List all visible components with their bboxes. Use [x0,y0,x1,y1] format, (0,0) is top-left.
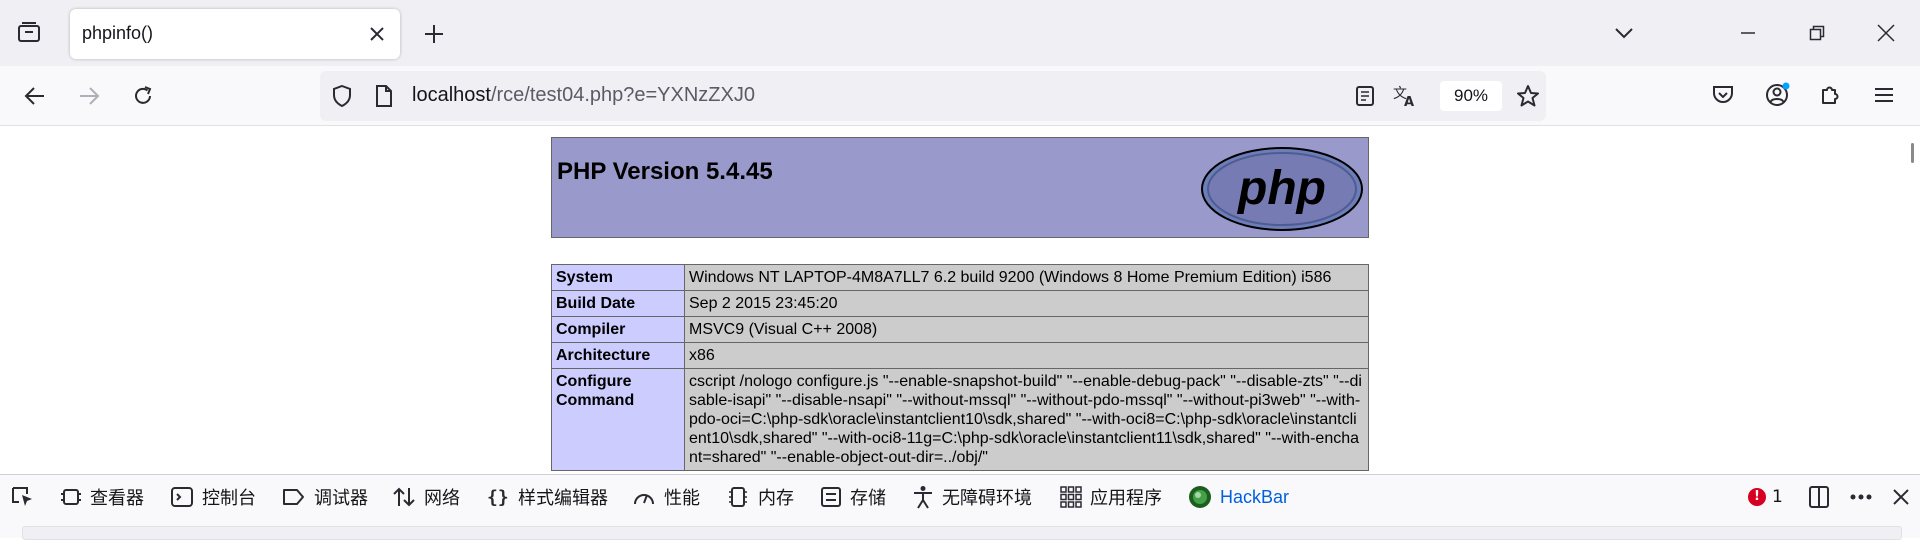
zoom-level-badge[interactable]: 90% [1440,81,1502,111]
close-devtools-icon[interactable] [1888,485,1914,509]
pocket-icon[interactable] [1709,81,1737,109]
reader-view-icon[interactable] [1353,84,1377,108]
close-tab-icon[interactable] [364,21,390,47]
list-tabs-icon[interactable] [1610,20,1638,46]
devtools-tab-label: 调试器 [314,488,368,509]
page-icon[interactable] [372,84,396,108]
info-table-body: System Windows NT LAPTOP-4M8A7LL7 6.2 bui… [551,264,1369,471]
console-icon [171,487,193,507]
close-window-icon[interactable] [1872,20,1900,46]
info-row: System Windows NT LAPTOP-4M8A7LL7 6.2 bui… [551,264,1369,291]
devtools-tab-label: 查看器 [90,488,144,509]
devtools-tab-label: 无障碍环境 [942,488,1032,509]
forward-icon [74,81,104,111]
page-scrollbar[interactable] [1906,127,1920,474]
info-row-value: Sep 2 2015 23:45:20 [684,290,1369,317]
tab-strip: phpinfo() [0,0,1920,66]
info-row-value: cscript /nologo configure.js "--enable-s… [684,368,1369,471]
memory-icon [729,487,747,507]
tab-title: phpinfo() [82,23,154,43]
devtools-panel-area [0,518,1920,540]
shield-icon[interactable] [330,84,354,108]
devtools-tab-label: 应用程序 [1090,488,1162,509]
restore-icon[interactable] [1803,20,1831,46]
tab-phpinfo[interactable]: phpinfo() [70,9,400,59]
info-row: Build Date Sep 2 2015 23:45:20 [551,290,1369,317]
inspector-icon [61,489,81,505]
more-options-icon[interactable] [1847,485,1875,509]
element-picker-icon[interactable] [10,475,44,519]
page-content: PHP Version 5.4.45 php System Windows NT … [0,127,1906,474]
account-icon[interactable] [1762,80,1792,110]
storage-icon [821,487,841,507]
reload-icon[interactable] [128,81,158,111]
php-version-title: PHP Version 5.4.45 [557,158,773,185]
grid-icon [1060,486,1082,508]
new-tab-icon[interactable] [420,20,448,48]
devtools-tab-label: HackBar [1220,486,1290,507]
url-path: /rce/test04.php?e=YXNzZXJ0 [490,84,755,106]
devtools-tab-performance[interactable]: 性能 [632,475,700,519]
php-info-table: System Windows NT LAPTOP-4M8A7LL7 6.2 bui… [551,264,1369,471]
minimize-icon[interactable] [1734,20,1762,46]
devtools-tab-label: 内存 [758,488,794,509]
info-row: Compiler MSVC9 (Visual C++ 2008) [551,316,1369,343]
bookmark-star-icon[interactable] [1515,83,1541,109]
devtools-tab-hackbar[interactable]: HackBar [1188,475,1289,519]
network-icon [393,487,415,507]
devtools-tab-label: 控制台 [202,488,256,509]
svg-text:{}: {} [487,487,509,508]
info-row-value: x86 [684,342,1369,369]
info-row-key: System [551,264,685,291]
gauge-icon [634,494,654,505]
devtools-tab-inspector[interactable]: 查看器 [60,475,144,519]
extensions-icon[interactable] [1816,81,1844,109]
devtools-tab-label: 存储 [850,488,886,509]
error-icon: ! [1748,488,1766,506]
info-row-key: Build Date [551,290,685,317]
php-logo[interactable]: php [1200,146,1364,232]
menu-icon[interactable] [1870,81,1898,109]
error-count-badge[interactable]: ! 1 [1748,475,1783,519]
devtools-tab-accessibility[interactable]: 无障碍环境 [912,475,1032,519]
devtools-tab-style-editor[interactable]: {} 样式编辑器 [486,475,608,519]
devtools-tab-label: 性能 [664,488,700,509]
devtools-tab-debugger[interactable]: 调试器 [282,475,368,519]
back-icon[interactable] [20,81,50,111]
info-row-value: MSVC9 (Visual C++ 2008) [684,316,1369,343]
debugger-icon [283,489,304,505]
hackbar-icon [1189,486,1211,508]
devtools-tab-memory[interactable]: 内存 [726,475,794,519]
devtools-tab-application[interactable]: 应用程序 [1060,475,1162,519]
braces-icon: {} [487,487,509,508]
info-row-key: Compiler [551,316,685,343]
error-count: 1 [1772,487,1783,507]
url-host: localhost [412,84,491,106]
devtools-tab-network[interactable]: 网络 [392,475,460,519]
nav-bar: localhost/rce/test04.php?e=YXNzZXJ0 文A 9… [0,66,1920,126]
devtools-tab-console[interactable]: 控制台 [170,475,256,519]
url-text[interactable]: localhost/rce/test04.php?e=YXNzZXJ0 [412,84,755,107]
php-version-header: PHP Version 5.4.45 php [551,137,1369,238]
info-row-key: Architecture [551,342,685,369]
devtools-toolbar: 查看器 控制台 调试器 网络 {} 样式编辑器 性能 内存 存储 无障碍环境 应… [0,474,1920,518]
info-row: Architecture x86 [551,342,1369,369]
firefox-view-icon[interactable] [14,20,44,46]
translate-icon[interactable]: 文A [1392,83,1420,109]
info-row-value: Windows NT LAPTOP-4M8A7LL7 6.2 build 920… [684,264,1369,291]
accessibility-icon [914,486,932,509]
devtools-tab-storage[interactable]: 存储 [820,475,886,519]
devtools-tab-label: 样式编辑器 [518,488,608,509]
info-row: Configure Command cscript /nologo configu… [551,368,1369,471]
url-bar[interactable]: localhost/rce/test04.php?e=YXNzZXJ0 文A 9… [320,71,1546,121]
dock-side-icon[interactable] [1806,485,1832,509]
info-row-key: Configure Command [551,368,685,471]
scrollbar-thumb[interactable] [1911,143,1914,163]
php-logo-text: php [1236,162,1326,215]
devtools-tab-label: 网络 [424,488,460,509]
svg-text:A: A [1404,95,1414,107]
